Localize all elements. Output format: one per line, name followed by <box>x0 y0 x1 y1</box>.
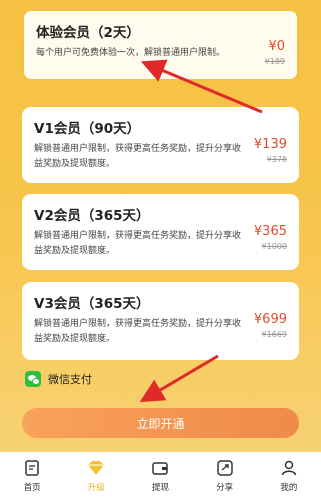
share-icon <box>215 458 235 478</box>
plan-card-trial[interactable]: 体验会员（2天） 每个用户可免费体验一次，解锁普通用户限制。 ¥0 ¥189 <box>22 9 299 81</box>
arrow-to-open-button <box>139 354 219 403</box>
tab-home[interactable]: 首页 <box>7 458 57 493</box>
tab-label: 提现 <box>151 483 169 493</box>
tab-label: 升级 <box>87 483 105 493</box>
plan-price: ¥0 <box>268 39 285 54</box>
diamond-icon <box>86 458 106 478</box>
plan-name: V2会员（365天） <box>34 208 150 224</box>
tab-mine[interactable]: 我的 <box>264 458 314 493</box>
tab-upgrade[interactable]: 升级 <box>71 458 121 493</box>
payment-label: 微信支付 <box>48 373 92 386</box>
tab-label: 我的 <box>280 483 298 493</box>
plan-description: 解锁普通用户限制，获得更高任务奖励，提升分享收益奖励及提现额度。 <box>34 319 242 344</box>
bottom-tab-bar: 首页 升级 提现 分享 我的 <box>0 452 321 498</box>
tab-label: 首页 <box>23 483 41 493</box>
plan-card-v1[interactable]: V1会员（90天） 解锁普通用户限制，获得更高任务奖励，提升分享收益奖励及提现额… <box>22 107 299 183</box>
payment-method-wechat[interactable]: 微信支付 <box>25 371 92 387</box>
plan-description: 解锁普通用户限制，获得更高任务奖励，提升分享收益奖励及提现额度。 <box>34 231 242 256</box>
plan-description: 每个用户可免费体验一次，解锁普通用户限制。 <box>36 48 226 58</box>
plan-name: 体验会员（2天） <box>36 25 140 41</box>
tab-share[interactable]: 分享 <box>200 458 250 493</box>
plan-card-v2[interactable]: V2会员（365天） 解锁普通用户限制，获得更高任务奖励，提升分享收益奖励及提现… <box>22 194 299 270</box>
plan-price: ¥365 <box>253 224 287 239</box>
home-icon <box>22 458 42 478</box>
plan-original-price: ¥189 <box>264 57 285 66</box>
open-membership-button[interactable]: 立即开通 <box>22 408 299 438</box>
tab-withdraw[interactable]: 提现 <box>135 458 185 493</box>
plan-original-price: ¥1669 <box>261 330 287 339</box>
plan-card-v3[interactable]: V3会员（365天） 解锁普通用户限制，获得更高任务奖励，提升分享收益奖励及提现… <box>22 282 299 360</box>
plan-description: 解锁普通用户限制，获得更高任务奖励，提升分享收益奖励及提现额度。 <box>34 144 242 169</box>
tab-label: 分享 <box>216 483 234 493</box>
plan-price: ¥139 <box>253 137 287 152</box>
plan-original-price: ¥378 <box>266 155 287 164</box>
plan-original-price: ¥1000 <box>261 242 287 251</box>
plan-name: V3会员（365天） <box>34 296 150 312</box>
plan-price: ¥699 <box>253 312 287 327</box>
wechat-icon <box>25 371 41 387</box>
user-icon <box>279 458 299 478</box>
plan-name: V1会员（90天） <box>34 121 141 137</box>
wallet-icon <box>150 458 170 478</box>
